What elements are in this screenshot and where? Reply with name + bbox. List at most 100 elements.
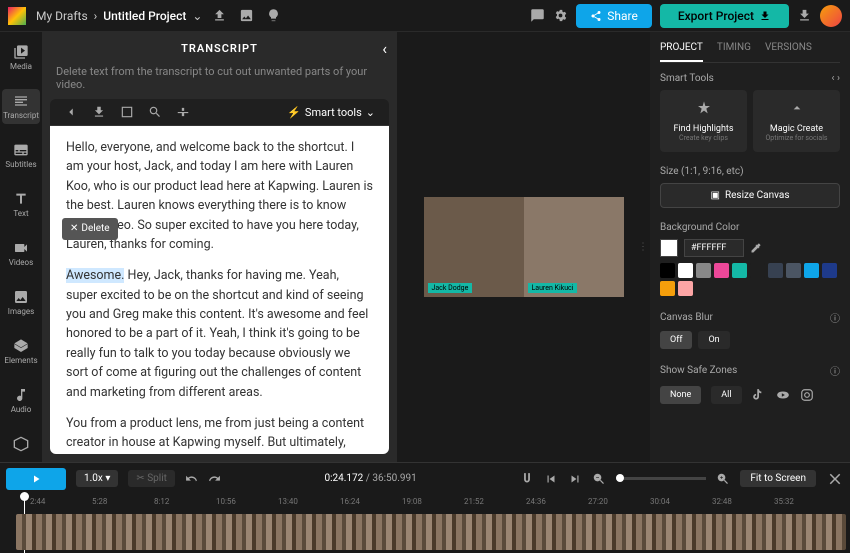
- comment-icon[interactable]: [530, 8, 545, 23]
- blur-on[interactable]: On: [698, 331, 729, 349]
- sidebar-item-elements[interactable]: Elements: [2, 334, 40, 369]
- timeline-tick: 5:28: [92, 494, 154, 512]
- blur-label: Canvas Blur: [660, 312, 713, 323]
- skip-end-icon[interactable]: [568, 472, 582, 486]
- download-transcript-icon[interactable]: [92, 105, 106, 119]
- zoom-slider[interactable]: [616, 477, 706, 480]
- timeline[interactable]: 2:445:288:1210:5613:4016:2419:0821:5224:…: [0, 494, 850, 553]
- color-swatch[interactable]: [714, 263, 729, 278]
- sidebar-item-media[interactable]: Media: [2, 40, 40, 75]
- timeline-track[interactable]: [16, 514, 846, 550]
- selected-text[interactable]: Awesome.: [66, 268, 124, 283]
- color-swatch[interactable]: [732, 263, 747, 278]
- magic-create-card[interactable]: Magic CreateOptimize for socials: [753, 90, 840, 152]
- sidebar-item-videos[interactable]: Videos: [2, 236, 40, 271]
- blur-off[interactable]: Off: [660, 331, 692, 349]
- resize-canvas-button[interactable]: ▣ Resize Canvas: [660, 183, 840, 208]
- color-swatch[interactable]: [678, 263, 693, 278]
- info-icon[interactable]: ⓘ: [830, 363, 840, 378]
- timeline-ruler[interactable]: 2:445:288:1210:5613:4016:2419:0821:5224:…: [0, 494, 850, 512]
- tiktok-icon[interactable]: [752, 388, 766, 402]
- color-swatch[interactable]: [660, 281, 675, 296]
- color-swatch[interactable]: [750, 263, 765, 278]
- timeline-tick: 13:40: [278, 494, 340, 512]
- share-button[interactable]: Share: [576, 4, 652, 28]
- hex-input[interactable]: [684, 239, 744, 257]
- top-bar: My Drafts › Untitled Project ⌄ Share Exp…: [0, 0, 850, 32]
- upload-icon[interactable]: [212, 8, 227, 23]
- fit-to-screen-button[interactable]: Fit to Screen: [740, 470, 816, 487]
- sidebar-item-text[interactable]: Text: [2, 187, 40, 222]
- tab-versions[interactable]: VERSIONS: [765, 42, 812, 54]
- playback-bar: 1.0x ▾ ✂ Split 0:24.172 / 36:50.991 Fit …: [0, 462, 850, 494]
- tab-timing[interactable]: TIMING: [717, 42, 751, 54]
- sidebar-item-audio[interactable]: Audio: [2, 383, 40, 418]
- split-button[interactable]: ✂ Split: [128, 470, 175, 487]
- transcript-paragraph[interactable]: Awesome. Hey, Jack, thanks for having me…: [66, 266, 373, 402]
- zoom-in-icon[interactable]: [716, 472, 730, 486]
- video-canvas[interactable]: Jack Dodge Lauren Kikuci: [424, 197, 624, 297]
- download-icon[interactable]: [797, 8, 812, 23]
- sidebar-item-subtitles[interactable]: Subtitles: [2, 138, 40, 173]
- search-icon[interactable]: [148, 105, 162, 119]
- color-swatch[interactable]: [822, 263, 837, 278]
- name-tag: Jack Dodge: [428, 283, 473, 293]
- sidebar-item-images[interactable]: Images: [2, 285, 40, 320]
- sidebar-item-transcript[interactable]: Transcript: [2, 89, 40, 124]
- smart-tools-button[interactable]: ⚡ Smart tools ⌄: [287, 106, 375, 119]
- color-swatch[interactable]: [678, 281, 693, 296]
- breadcrumb-root[interactable]: My Drafts: [36, 9, 88, 23]
- color-swatch[interactable]: [696, 263, 711, 278]
- collapse-icon[interactable]: ‹: [382, 39, 387, 58]
- color-swatch[interactable]: [804, 263, 819, 278]
- find-highlights-card[interactable]: Find HighlightsCreate key clips: [660, 90, 747, 152]
- info-icon[interactable]: ⓘ: [830, 310, 840, 325]
- strikethrough-icon[interactable]: [176, 105, 190, 119]
- safe-all[interactable]: All: [711, 386, 741, 404]
- zoom-out-icon[interactable]: [592, 472, 606, 486]
- pager[interactable]: ‹ ›: [832, 73, 841, 84]
- redo-icon[interactable]: [208, 472, 221, 485]
- export-button[interactable]: Export Project: [660, 4, 789, 28]
- eyedropper-icon[interactable]: [750, 242, 762, 254]
- timeline-tick: 35:32: [774, 494, 836, 512]
- back-icon[interactable]: [64, 105, 78, 119]
- panel-drag-handle[interactable]: ⋮: [638, 242, 648, 253]
- image-icon[interactable]: [239, 8, 254, 23]
- user-avatar[interactable]: [820, 5, 842, 27]
- speed-selector[interactable]: 1.0x ▾: [76, 470, 118, 487]
- color-swatch[interactable]: [660, 263, 675, 278]
- transcript-paragraph[interactable]: You from a product lens, me from just be…: [66, 414, 373, 454]
- transcript-subtitle: Delete text from the transcript to cut o…: [42, 65, 397, 99]
- color-preview[interactable]: [660, 239, 678, 257]
- timeline-tick: 32:48: [712, 494, 774, 512]
- timeline-tick: 27:20: [588, 494, 650, 512]
- timeline-tick: 16:24: [340, 494, 402, 512]
- timeline-tick: 30:04: [650, 494, 712, 512]
- app-logo: [8, 7, 26, 25]
- instagram-icon[interactable]: [800, 388, 814, 402]
- color-swatch[interactable]: [786, 263, 801, 278]
- video-preview: ⋮ Jack Dodge Lauren Kikuci: [397, 32, 650, 462]
- undo-icon[interactable]: [185, 472, 198, 485]
- play-button[interactable]: [6, 468, 66, 490]
- sidebar-item-more[interactable]: [2, 432, 40, 456]
- tab-project[interactable]: PROJECT: [660, 42, 703, 62]
- transcript-body[interactable]: ✕ Delete Hello, everyone, and welcome ba…: [50, 126, 389, 454]
- close-icon[interactable]: [826, 470, 844, 488]
- safe-none[interactable]: None: [660, 386, 701, 404]
- youtube-icon[interactable]: [776, 388, 790, 402]
- chevron-down-icon[interactable]: ⌄: [192, 9, 202, 23]
- snap-icon[interactable]: [520, 472, 534, 486]
- gear-icon[interactable]: [553, 8, 568, 23]
- delete-badge[interactable]: ✕ Delete: [62, 218, 118, 240]
- speaker-right: Lauren Kikuci: [524, 197, 624, 297]
- skip-start-icon[interactable]: [544, 472, 558, 486]
- color-swatch[interactable]: [768, 263, 783, 278]
- lightbulb-icon[interactable]: [266, 8, 281, 23]
- timeline-tick: 8:12: [154, 494, 216, 512]
- project-name[interactable]: Untitled Project: [103, 9, 186, 23]
- layout-icon[interactable]: [120, 105, 134, 119]
- safe-zones-label: Show Safe Zones: [660, 365, 737, 376]
- speaker-left: Jack Dodge: [424, 197, 524, 297]
